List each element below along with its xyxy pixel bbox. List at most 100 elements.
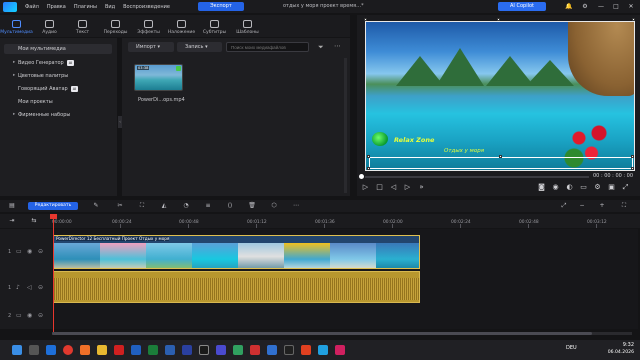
tab-templates[interactable]: Шаблоны (231, 15, 264, 37)
sidebar-item-my-projects[interactable]: Мои проекты (4, 97, 112, 107)
excel-icon[interactable] (148, 345, 158, 355)
lock-icon[interactable]: ⊝ (38, 312, 43, 319)
close-icon[interactable]: ✕ (626, 2, 636, 11)
quality-icon[interactable]: ▭ (579, 183, 588, 192)
eye-icon[interactable]: ◉ (27, 248, 32, 255)
media-search-input[interactable] (226, 42, 309, 52)
more-icon[interactable]: ⋯ (292, 202, 300, 210)
menu-edit[interactable]: Правка (47, 4, 66, 10)
tab-text[interactable]: Текст (66, 15, 99, 37)
trash-icon[interactable]: 🗑 (248, 202, 256, 210)
app-icon[interactable] (216, 345, 226, 355)
zoom-out-icon[interactable]: − (578, 202, 586, 210)
tab-overlay[interactable]: Наложение (165, 15, 198, 37)
tab-media[interactable]: Мультимедиа (0, 15, 33, 37)
speaker-icon[interactable]: ◁ (27, 284, 32, 291)
menu-playback[interactable]: Воспроизведение (123, 4, 170, 10)
eye-icon[interactable]: ◉ (27, 312, 32, 319)
track-manager-icon[interactable]: ▤ (8, 202, 16, 210)
fast-forward-icon[interactable]: » (417, 183, 426, 192)
timeline-track-area[interactable]: PowerDirector 12 Бесплатный Проект Отдых… (52, 229, 638, 329)
collapse-sidebar-icon[interactable]: ‹ (118, 116, 122, 128)
maximize-icon[interactable]: □ (611, 2, 621, 11)
app-icon[interactable] (250, 345, 260, 355)
resize-handle[interactable] (367, 155, 370, 158)
import-dropdown[interactable]: Импорт ▾ (128, 42, 174, 52)
video-clip[interactable]: PowerDirector 12 Бесплатный Проект Отдых… (53, 235, 420, 269)
expand-icon[interactable]: ⛶ (620, 202, 628, 210)
audio-clip[interactable] (53, 271, 420, 303)
record-dot-icon[interactable]: ◉ (551, 183, 560, 192)
file-explorer-icon[interactable] (97, 345, 107, 355)
firefox-icon[interactable] (80, 345, 90, 355)
pen-icon[interactable]: ✎ (92, 202, 100, 210)
selection-box[interactable] (369, 157, 633, 169)
resize-handle[interactable] (631, 167, 634, 170)
app-icon[interactable] (335, 345, 345, 355)
resize-handle[interactable] (632, 18, 635, 21)
menu-view[interactable]: Вид (105, 4, 115, 10)
next-frame-icon[interactable]: ▷ (403, 183, 412, 192)
edge-icon[interactable] (46, 345, 56, 355)
stabilize-icon[interactable]: ⟨⟩ (226, 202, 234, 210)
adjust-icon[interactable]: ≡ (204, 202, 212, 210)
filter-icon[interactable]: ⏷ (318, 43, 324, 52)
resize-handle[interactable] (364, 18, 367, 21)
resize-handle[interactable] (499, 155, 502, 158)
word-icon[interactable] (131, 345, 141, 355)
snap-icon[interactable]: ⇥ (8, 217, 16, 225)
app-icon[interactable] (301, 345, 311, 355)
settings-icon[interactable]: ⚙ (593, 183, 602, 192)
undock-icon[interactable]: ▣ (607, 183, 616, 192)
app-icon[interactable] (318, 345, 328, 355)
resize-handle[interactable] (497, 18, 500, 21)
lock-icon[interactable]: ⊝ (38, 248, 43, 255)
crop-icon[interactable]: ⛶ (138, 202, 146, 210)
sidebar-item-talking-avatar[interactable]: Говорящий Аватар AI (4, 84, 112, 94)
sidebar-item-video-generator[interactable]: ▸ Видео Генератор AI (4, 58, 112, 68)
speed-icon[interactable]: ◔ (182, 202, 190, 210)
fit-icon[interactable]: ⤢ (560, 202, 568, 210)
ripple-icon[interactable]: ⇆ (30, 217, 38, 225)
app-icon[interactable] (233, 345, 243, 355)
media-scrollbar[interactable] (344, 58, 347, 193)
app-icon[interactable] (267, 345, 277, 355)
stop-icon[interactable]: □ (375, 183, 384, 192)
resize-handle[interactable] (367, 167, 370, 170)
powerdirector-icon[interactable] (165, 345, 175, 355)
tab-audio[interactable]: Аудио (33, 15, 66, 37)
media-thumbnail[interactable]: 03:38 (134, 64, 183, 91)
menu-file[interactable]: Файл (25, 4, 39, 10)
clock-date[interactable]: 06.04.2026 (598, 350, 634, 355)
windows-start-icon[interactable] (12, 345, 22, 355)
menu-plugins[interactable]: Плагины (74, 4, 97, 10)
scrubber-knob[interactable] (359, 174, 364, 179)
search-icon[interactable] (29, 345, 39, 355)
preview-scrubber[interactable] (365, 176, 589, 178)
app-icon[interactable] (199, 345, 209, 355)
bell-icon[interactable]: 🔔 (564, 2, 574, 11)
minimize-icon[interactable]: — (596, 2, 606, 11)
edit-button[interactable]: Редактировать (28, 202, 78, 210)
chrome-icon[interactable] (63, 345, 73, 355)
sidebar-item-brand-kits[interactable]: ▸ Фирменные наборы (4, 110, 112, 120)
tab-subtitles[interactable]: Субтитры (198, 15, 231, 37)
sidebar-item-color-palettes[interactable]: ▸ Цветовые палитры (4, 71, 112, 81)
playhead-handle[interactable] (50, 214, 57, 219)
ai-copilot-button[interactable]: AI Copilot (498, 2, 546, 11)
flip-icon[interactable]: ◭ (160, 202, 168, 210)
zoom-in-icon[interactable]: + (598, 202, 606, 210)
split-icon[interactable]: ✂ (116, 202, 124, 210)
previous-frame-icon[interactable]: ◁ (389, 183, 398, 192)
keyboard-language[interactable]: DEU (566, 345, 577, 351)
preview-video-frame[interactable]: Relax Zone Отдых у моря (365, 21, 635, 171)
play-icon[interactable]: ▷ (361, 183, 370, 192)
volume-icon[interactable]: ◐ (565, 183, 574, 192)
sidebar-item-my-media[interactable]: Мои мультимедиа (4, 44, 112, 54)
playhead[interactable] (53, 214, 54, 332)
timeline-ruler[interactable]: ⇥ ⇆ 00:00:00 00:00:24 00:00:48 00:01:12 … (0, 214, 640, 228)
tab-effects[interactable]: Эффекты (132, 15, 165, 37)
more-options-icon[interactable]: ⋯ (334, 42, 341, 50)
photoshop-icon[interactable] (182, 345, 192, 355)
snapshot-icon[interactable]: ◙ (537, 183, 546, 192)
